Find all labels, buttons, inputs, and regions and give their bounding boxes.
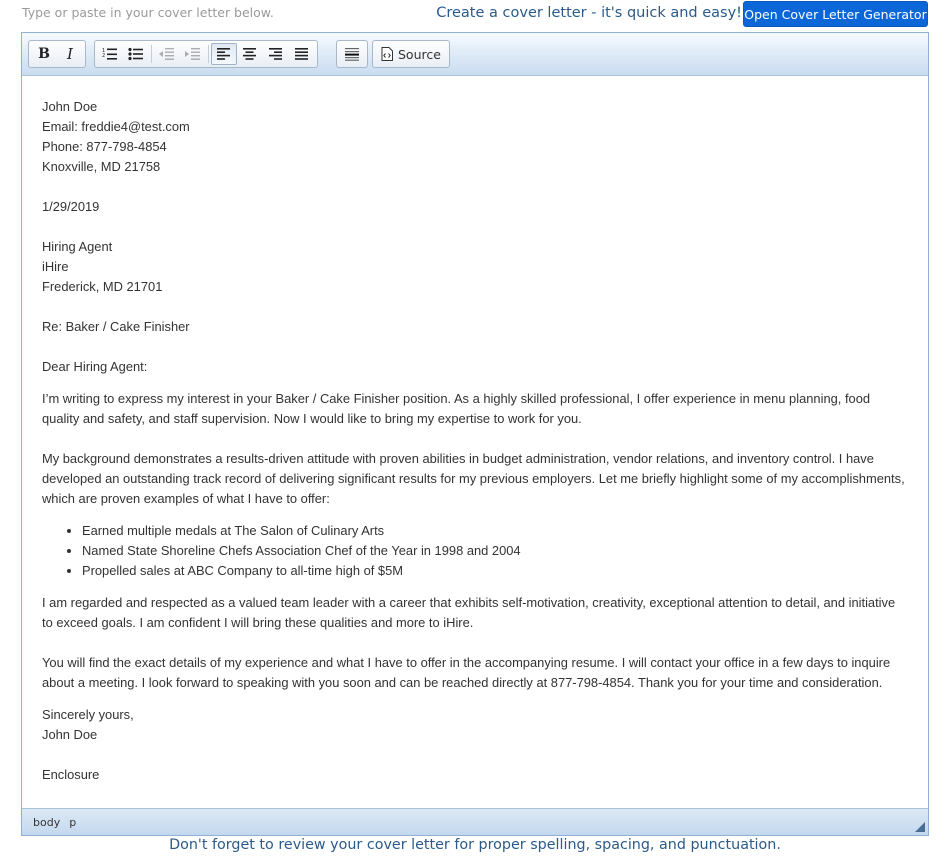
indent-icon: [185, 48, 200, 60]
letter-salutation: Dear Hiring Agent:: [42, 359, 148, 374]
letter-paragraph-3: I am regarded and respected as a valued …: [42, 595, 896, 630]
align-right-icon: [269, 48, 282, 60]
horizontal-rule-button[interactable]: [339, 43, 365, 65]
justify-button[interactable]: [289, 43, 315, 65]
source-label: Source: [398, 46, 441, 62]
align-justify-icon: [295, 48, 308, 60]
list-item: Earned multiple medals at The Salon of C…: [82, 521, 908, 541]
numbered-list-icon: 1 2: [102, 48, 117, 60]
letter-signature: John Doe: [42, 727, 98, 742]
open-cover-letter-generator-button[interactable]: Open Cover Letter Generator: [743, 1, 928, 27]
element-path-p[interactable]: p: [69, 816, 76, 829]
letter-paragraph-2: My background demonstrates a results-dri…: [42, 451, 905, 506]
letter-paragraph-1: I’m writing to express my interest in yo…: [42, 391, 871, 426]
align-right-button[interactable]: [263, 43, 289, 65]
align-left-icon: [217, 48, 230, 60]
sender-email: Email: freddie4@test.com: [42, 119, 190, 134]
letter-paragraph-4: You will find the exact details of my ex…: [42, 655, 891, 690]
source-group: Source: [372, 40, 450, 68]
recipient-city: Frederick, MD 21701: [42, 279, 163, 294]
letter-enclosure: Enclosure: [42, 767, 100, 782]
toolbar-divider: [151, 45, 152, 63]
source-button[interactable]: Source: [375, 43, 447, 65]
sender-address: Knoxville, MD 21758: [42, 159, 161, 174]
review-reminder: Don't forget to review your cover letter…: [169, 837, 781, 853]
recipient-name: Hiring Agent: [42, 239, 113, 254]
rich-text-editor: B I 1 2 Source John Doe Email: freddie4@…: [21, 32, 929, 836]
editor-hint: Type or paste in your cover letter below…: [22, 5, 274, 20]
bulleted-list-icon: [128, 47, 143, 61]
editor-toolbar: B I 1 2 Source: [22, 33, 928, 76]
closing-block: Sincerely yours, John Doe: [42, 705, 908, 745]
toolbar-divider: [208, 45, 209, 63]
format-group: [336, 40, 368, 68]
sender-phone: Phone: 877-798-4854: [42, 139, 167, 154]
promo-text: Create a cover letter - it's quick and e…: [436, 5, 742, 21]
letter-date: 1/29/2019: [42, 199, 100, 214]
align-center-button[interactable]: [237, 43, 263, 65]
bulleted-list-button[interactable]: [123, 43, 149, 65]
bold-button[interactable]: B: [31, 43, 57, 65]
list-indent-group: 1 2: [94, 40, 318, 68]
element-path-bar: body p: [22, 808, 928, 835]
source-code-icon: [381, 47, 393, 61]
horizontal-rule-icon: [345, 48, 359, 61]
decrease-indent-button[interactable]: [154, 43, 180, 65]
italic-button[interactable]: I: [57, 43, 83, 65]
increase-indent-button[interactable]: [180, 43, 206, 65]
recipient-company: iHire: [42, 259, 69, 274]
list-item: Named State Shoreline Chefs Association …: [82, 541, 908, 561]
editor-content-area[interactable]: John Doe Email: freddie4@test.com Phone:…: [22, 77, 928, 809]
numbered-list-button[interactable]: 1 2: [97, 43, 123, 65]
svg-text:2: 2: [102, 53, 105, 59]
list-item: Propelled sales at ABC Company to all-ti…: [82, 561, 908, 581]
letter-subject: Re: Baker / Cake Finisher: [42, 319, 190, 334]
letter-closing: Sincerely yours,: [42, 707, 134, 722]
recipient-block: Hiring Agent iHire Frederick, MD 21701: [42, 237, 908, 297]
sender-block: John Doe Email: freddie4@test.com Phone:…: [42, 97, 908, 177]
resize-handle-icon[interactable]: [915, 822, 925, 832]
align-left-button[interactable]: [211, 43, 237, 65]
align-center-icon: [243, 48, 256, 60]
element-path-body[interactable]: body: [33, 816, 60, 829]
sender-name: John Doe: [42, 99, 98, 114]
outdent-icon: [159, 48, 174, 60]
text-style-group: B I: [28, 40, 86, 68]
accomplishments-list: Earned multiple medals at The Salon of C…: [42, 521, 908, 581]
